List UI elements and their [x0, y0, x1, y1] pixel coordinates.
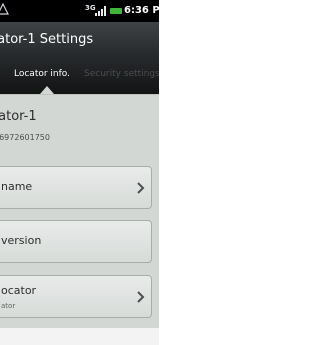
title-bar: cator-1 Settings	[0, 22, 159, 58]
active-tab-indicator	[40, 86, 54, 94]
tab-bar: Locator info. Security settings	[0, 58, 159, 94]
phone-screen: 3G 6:36 PM cator-1 Settings Locator info…	[0, 0, 159, 345]
locator-name: cator-1	[0, 109, 37, 124]
clock: 6:36 PM	[124, 5, 159, 16]
locator-row-label: ocator	[1, 284, 37, 297]
locator-row-sublabel: ator	[1, 302, 16, 310]
locator-row[interactable]: ocator ator	[0, 275, 152, 318]
tab-locator-info[interactable]: Locator info.	[14, 69, 70, 79]
chevron-right-icon	[137, 182, 145, 194]
signal-strength-icon	[95, 6, 106, 16]
chevron-right-icon	[137, 291, 145, 303]
name-row-label: name	[1, 180, 33, 193]
battery-icon	[110, 8, 122, 14]
version-row[interactable]: version	[0, 220, 152, 263]
bottom-area	[0, 328, 159, 345]
locator-summary: cator-1 36972601750	[0, 94, 159, 155]
locator-number: 36972601750	[0, 133, 50, 142]
status-bar: 3G 6:36 PM	[0, 0, 159, 22]
name-row[interactable]: name	[0, 166, 152, 209]
version-row-label: version	[1, 234, 42, 247]
warning-icon	[0, 3, 9, 15]
tab-security-settings[interactable]: Security settings	[84, 69, 159, 79]
page-title: cator-1 Settings	[0, 32, 94, 47]
